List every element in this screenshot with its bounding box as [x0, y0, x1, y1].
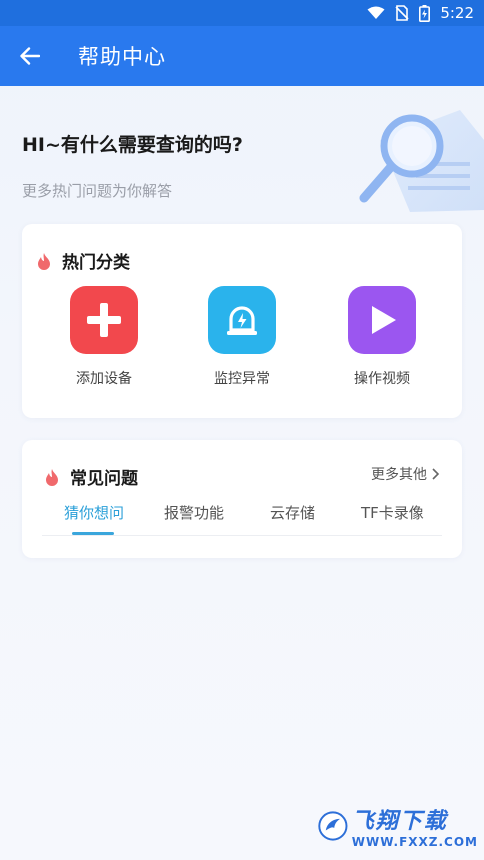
- category-operation-video[interactable]: 操作视频: [337, 286, 427, 388]
- category-add-device[interactable]: 添加设备: [59, 286, 149, 388]
- faq-tabs: 猜你想问 报警功能 云存储 TF卡录像: [42, 500, 442, 536]
- section-title: 热门分类: [62, 253, 130, 273]
- plus-icon: [70, 286, 138, 354]
- hero-title: HI~有什么需要查询的吗?: [22, 134, 243, 156]
- back-button[interactable]: [0, 26, 60, 86]
- faq-card: 常见问题 更多其他 猜你想问 报警功能 云存储 TF卡录像: [22, 440, 462, 558]
- magnifier-document-illustration: [359, 110, 484, 212]
- tab-tf-recording[interactable]: TF卡录像: [361, 502, 424, 523]
- category-label: 添加设备: [76, 371, 132, 387]
- flame-icon: [46, 468, 58, 486]
- no-sim-icon: [395, 5, 409, 21]
- watermark: 飞翔下载 WWW.FXXZ.COM: [318, 800, 478, 852]
- page-title: 帮助中心: [78, 45, 166, 69]
- status-time: 5:22: [440, 4, 474, 22]
- hero-subtitle: 更多热门问题为你解答: [22, 182, 173, 200]
- faq-header: 常见问题: [44, 464, 138, 489]
- more-button[interactable]: 更多其他: [371, 464, 440, 484]
- tab-cloud-storage[interactable]: 云存储: [270, 502, 315, 523]
- app-bar: 帮助中心: [0, 26, 484, 86]
- section-title: 常见问题: [70, 469, 138, 489]
- tab-guess[interactable]: 猜你想问: [64, 502, 124, 523]
- watermark-url: WWW.FXXZ.COM: [351, 835, 478, 849]
- arrow-left-icon: [20, 47, 40, 65]
- category-label: 操作视频: [354, 371, 410, 387]
- hot-categories-card: 热门分类 添加设备 监控异常 操作视频: [22, 224, 462, 418]
- play-icon: [348, 286, 416, 354]
- tab-alarm[interactable]: 报警功能: [164, 502, 224, 523]
- site-logo: [318, 811, 348, 841]
- flame-icon: [38, 252, 50, 270]
- status-bar: 5:22: [0, 0, 484, 26]
- alarm-light-icon: [208, 286, 276, 354]
- category-monitor-error[interactable]: 监控异常: [197, 286, 287, 388]
- category-label: 监控异常: [214, 371, 270, 387]
- more-label: 更多其他: [371, 467, 427, 483]
- wifi-icon: [367, 6, 385, 20]
- watermark-text: 飞翔下载: [351, 809, 448, 834]
- hot-categories-header: 热门分类: [36, 248, 130, 273]
- chevron-right-icon: [432, 468, 440, 480]
- active-tab-indicator: [72, 532, 114, 535]
- battery-icon: [419, 4, 431, 22]
